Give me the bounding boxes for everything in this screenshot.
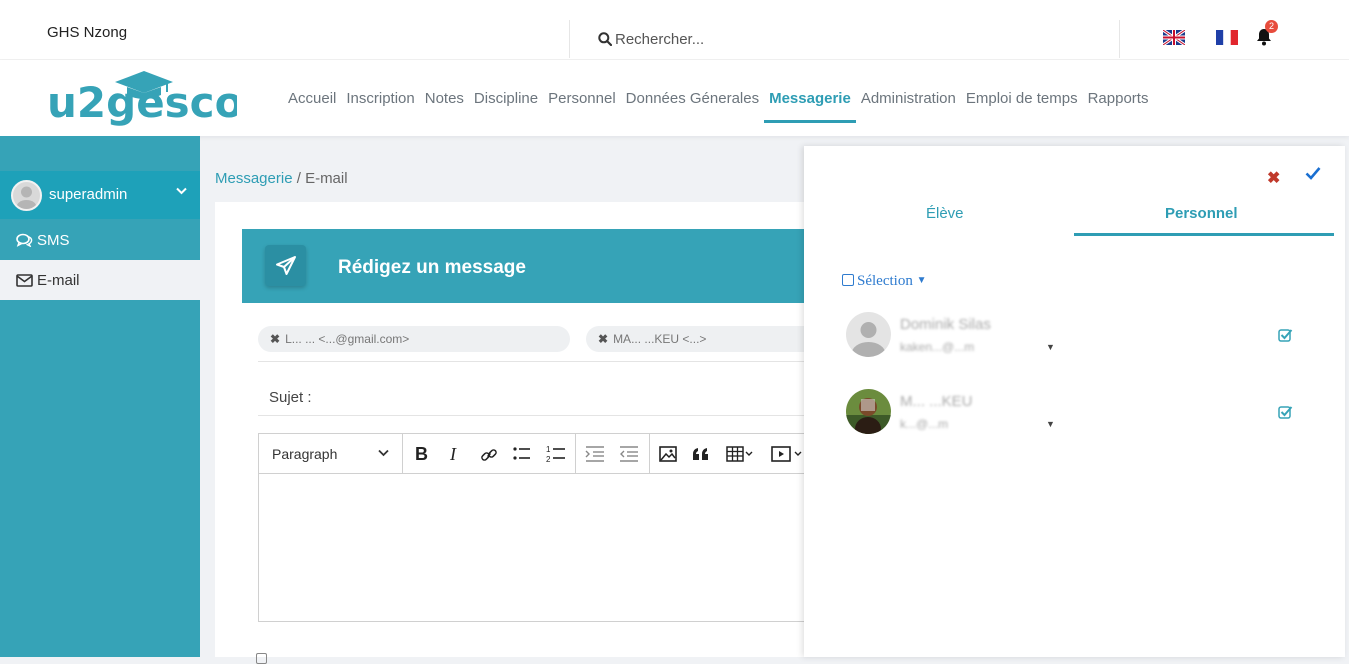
person-name: Dominik Silas: [900, 316, 991, 333]
person-name: M... ...KEU: [900, 393, 973, 410]
recipient-text: MA... ...KEU <...>: [613, 332, 707, 346]
block-format-select[interactable]: Paragraph: [272, 446, 337, 462]
recipient-text: L... ... <...@gmail.com>: [285, 332, 410, 346]
table-icon[interactable]: [726, 446, 754, 462]
breadcrumb-separator: /: [292, 170, 306, 187]
breadcrumb: Messagerie / E-mail: [215, 170, 348, 187]
person-email: kaken...@...m: [900, 340, 975, 354]
nav-accueil[interactable]: Accueil: [288, 90, 336, 107]
caret-down-icon: ▼: [916, 275, 927, 286]
svg-text:1: 1: [546, 445, 551, 454]
checked-box-icon[interactable]: [1278, 328, 1293, 342]
close-icon[interactable]: ✖: [1267, 168, 1280, 188]
search-icon: [598, 32, 612, 46]
search-box[interactable]: [569, 20, 1120, 58]
main-navbar: u2gesco Accueil Inscription Notes Discip…: [0, 60, 1349, 136]
tab-eleve[interactable]: Élève: [926, 205, 964, 222]
nav-donnees-generales[interactable]: Données Génerales: [626, 90, 759, 107]
rich-text-editor[interactable]: Paragraph B I 12: [258, 433, 813, 622]
caret-down-icon[interactable]: ▼: [1046, 419, 1055, 429]
logo-text: u2gesco: [47, 78, 237, 127]
school-name: GHS Nzong: [47, 24, 128, 41]
numbered-list-icon[interactable]: 12: [546, 444, 566, 464]
avatar: [846, 312, 891, 357]
recipient-chip[interactable]: ✖ L... ... <...@gmail.com>: [258, 326, 570, 352]
avatar: [11, 180, 42, 211]
list-item[interactable]: Dominik Silas kaken...@...m ▼: [846, 312, 1316, 362]
notification-badge: 2: [1265, 20, 1278, 33]
italic-icon[interactable]: I: [448, 444, 462, 464]
fr-flag-icon[interactable]: [1216, 30, 1238, 45]
u2gesco-logo[interactable]: u2gesco: [47, 68, 237, 128]
bold-icon[interactable]: B: [414, 444, 430, 464]
nav-messagerie[interactable]: Messagerie: [764, 90, 856, 123]
list-item[interactable]: M... ...KEU k...@...m ▼: [846, 389, 1316, 439]
breadcrumb-link[interactable]: Messagerie: [215, 170, 293, 187]
username: superadmin: [49, 186, 128, 203]
nav-emploi-de-temps[interactable]: Emploi de temps: [966, 90, 1078, 107]
selection-dropdown[interactable]: Sélection ▼: [842, 273, 926, 290]
sidebar-item-label: E-mail: [37, 272, 80, 289]
recipient-selection-panel: ✖ Élève Personnel Sélection ▼ Dominik Si…: [804, 146, 1345, 657]
outdent-icon[interactable]: [619, 446, 639, 462]
indent-icon[interactable]: [585, 446, 605, 462]
svg-text:2: 2: [546, 455, 551, 464]
avatar: [846, 389, 891, 434]
chevron-down-icon: [378, 449, 389, 457]
svg-text:B: B: [415, 444, 428, 464]
user-menu[interactable]: superadmin: [0, 171, 200, 219]
divider: [258, 361, 813, 362]
nav-discipline[interactable]: Discipline: [474, 90, 538, 107]
en-flag-icon[interactable]: [1163, 30, 1185, 45]
check-icon[interactable]: [1305, 166, 1321, 180]
nav-administration[interactable]: Administration: [861, 90, 956, 107]
sidebar-item-email[interactable]: E-mail: [0, 260, 200, 300]
subject-label: Sujet :: [269, 389, 312, 406]
sidebar-item-label: SMS: [37, 232, 70, 249]
comments-icon: [16, 233, 33, 248]
checkbox-icon: [842, 274, 854, 286]
editor-toolbar: Paragraph B I 12: [259, 434, 812, 474]
selection-label: Sélection: [857, 273, 913, 289]
caret-down-icon[interactable]: ▼: [1046, 342, 1055, 352]
paper-plane-icon: [276, 256, 296, 275]
remove-icon[interactable]: ✖: [270, 332, 280, 346]
recipient-chip[interactable]: ✖ MA... ...KEU <...>: [586, 326, 804, 352]
send-icon-box: [265, 245, 306, 286]
sidebar-item-sms[interactable]: SMS: [0, 220, 200, 260]
quote-icon[interactable]: [692, 447, 710, 461]
option-checkbox[interactable]: [256, 653, 267, 664]
compose-header: Rédigez un message: [242, 229, 812, 303]
svg-text:I: I: [449, 444, 457, 464]
link-icon[interactable]: [480, 446, 498, 464]
bullet-list-icon[interactable]: [513, 446, 531, 462]
nav-notes[interactable]: Notes: [425, 90, 464, 107]
top-bar: GHS Nzong 2: [0, 0, 1349, 60]
search-input[interactable]: [615, 28, 1095, 50]
checked-box-icon[interactable]: [1278, 405, 1293, 419]
chevron-down-icon: [176, 187, 187, 195]
nav-menu: Accueil Inscription Notes Discipline Per…: [288, 90, 1158, 123]
nav-rapports[interactable]: Rapports: [1088, 90, 1149, 107]
nav-personnel[interactable]: Personnel: [548, 90, 616, 107]
active-tab-indicator: [1074, 233, 1334, 236]
nav-inscription[interactable]: Inscription: [346, 90, 414, 107]
remove-icon[interactable]: ✖: [598, 332, 608, 346]
tab-personnel[interactable]: Personnel: [1165, 205, 1238, 222]
breadcrumb-current: E-mail: [305, 170, 348, 187]
image-icon[interactable]: [659, 446, 677, 462]
divider: [258, 415, 813, 416]
compose-title: Rédigez un message: [338, 257, 526, 278]
envelope-icon: [16, 274, 33, 287]
person-email: k...@...m: [900, 417, 949, 431]
sidebar: superadmin SMS E-mail: [0, 136, 200, 657]
media-embed-icon[interactable]: [771, 446, 805, 462]
